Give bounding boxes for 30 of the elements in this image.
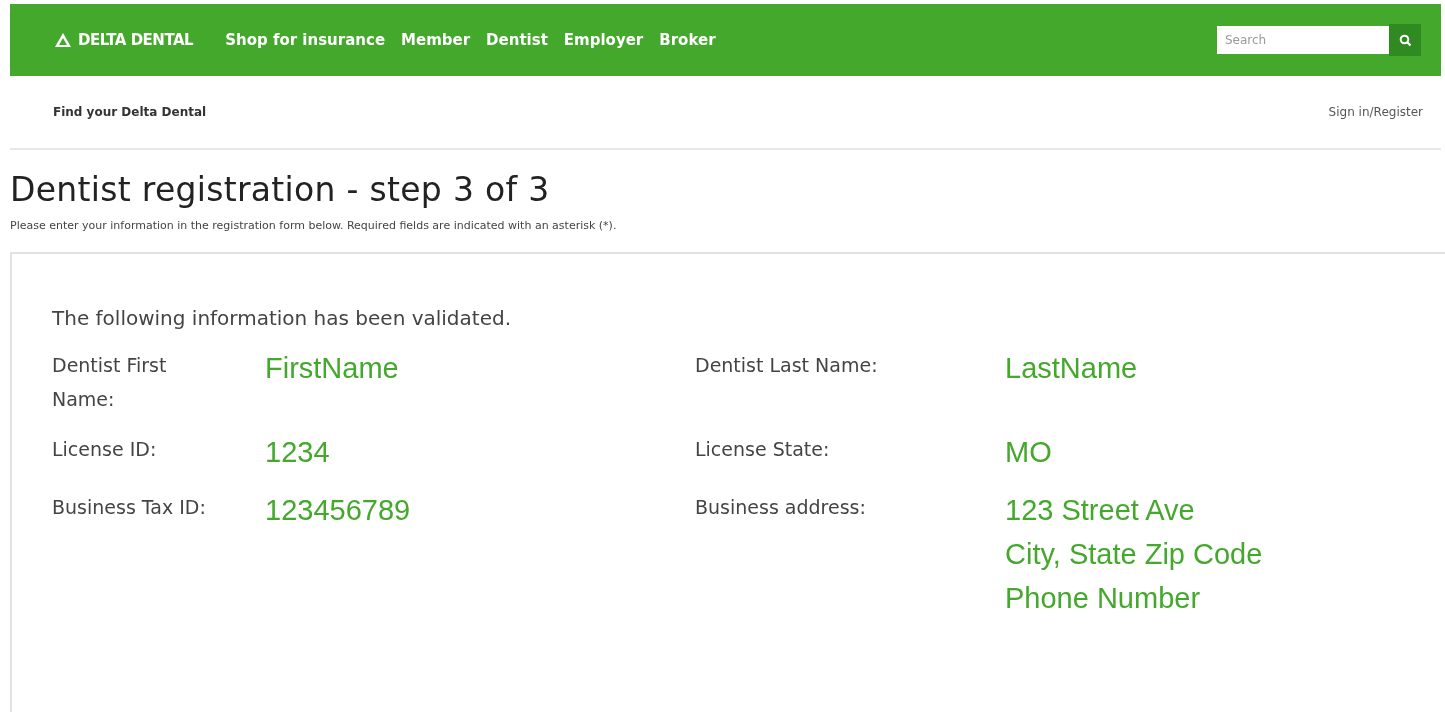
field-value: LastName xyxy=(1005,351,1139,386)
field-value: 123456789 xyxy=(265,493,412,528)
field-label: Dentist Last Name: xyxy=(695,353,879,378)
field-value: 1234 xyxy=(265,435,331,470)
search-field[interactable]: Search xyxy=(1217,26,1389,54)
nav-link[interactable]: Broker xyxy=(659,31,716,49)
field-label: Dentist First Name: xyxy=(52,353,168,412)
search-button[interactable] xyxy=(1389,24,1421,56)
logo-text: DELTA DENTAL xyxy=(78,31,194,49)
triangle-logo-icon xyxy=(54,32,72,48)
field-label: License ID: xyxy=(52,437,158,462)
field-value: FirstName xyxy=(265,351,400,386)
field-label: License State: xyxy=(695,437,831,462)
logo[interactable]: DELTA DENTAL xyxy=(54,31,194,49)
field-label: Business Tax ID: xyxy=(52,495,207,520)
page-title: Dentist registration - step 3 of 3 xyxy=(10,170,551,209)
panel-heading: The following information has been validated. xyxy=(52,306,512,330)
search-icon xyxy=(1398,33,1412,47)
find-your-delta-dental-link[interactable]: Find your Delta Dental xyxy=(53,105,207,119)
nav-link[interactable]: Shop for insurance xyxy=(225,31,386,49)
field-value: City, State Zip Code xyxy=(1005,537,1264,572)
nav-link[interactable]: Dentist xyxy=(486,31,548,49)
field-value: 123 Street Ave xyxy=(1005,493,1196,528)
intro-text: Please enter your information in the registration form below. Required fields are indicated with an asterisk (*). xyxy=(10,219,618,232)
sign-in-link[interactable]: Sign in/Register xyxy=(1328,105,1423,119)
field-label: Business address: xyxy=(695,495,867,520)
field-value: MO xyxy=(1005,435,1053,470)
nav-link[interactable]: Member xyxy=(401,31,471,49)
field-value: Phone Number xyxy=(1005,581,1202,616)
nav-link[interactable]: Employer xyxy=(563,31,644,49)
